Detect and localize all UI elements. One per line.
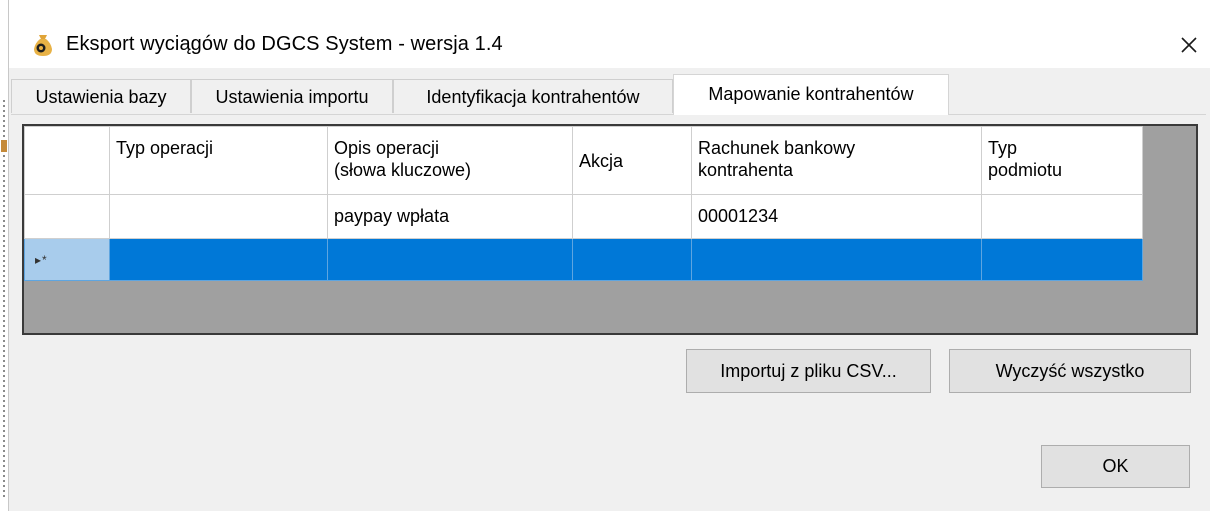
column-header-typ-operacji[interactable]: Typ operacji [109,126,328,195]
grid-corner-cell[interactable] [24,126,110,195]
edge-accent [1,140,7,152]
tab-ustawienia-importu[interactable]: Ustawienia importu [191,79,393,113]
clear-all-button[interactable]: Wyczyść wszystko [949,349,1191,393]
dotted-border [3,100,5,500]
close-button[interactable] [1167,26,1210,64]
cell-opis-operacji[interactable]: paypay wpłata [327,194,573,239]
column-header-typ-podmiotu[interactable]: Typ podmiotu [981,126,1143,195]
new-cell-opis-operacji[interactable] [327,238,573,281]
new-row-selected[interactable]: ▸* [24,238,1143,281]
new-cell-rachunek-bankowy[interactable] [691,238,982,281]
close-icon [1181,37,1197,53]
new-row-marker[interactable]: ▸* [24,238,110,281]
background-window-edge [0,0,9,511]
new-cell-typ-podmiotu[interactable] [981,238,1143,281]
money-bag-icon [30,32,56,58]
column-header-opis-operacji[interactable]: Opis operacji (słowa kluczowe) [327,126,573,195]
ok-button[interactable]: OK [1041,445,1190,488]
tab-mapowanie-kontrahentow[interactable]: Mapowanie kontrahentów [673,74,949,115]
import-csv-button[interactable]: Importuj z pliku CSV... [686,349,931,393]
cell-typ-operacji[interactable] [109,194,328,239]
title-bar: Eksport wyciągów do DGCS System - wersja… [9,0,1210,68]
table-row[interactable]: paypay wpłata 00001234 [24,194,1143,239]
grid-header-row: Typ operacji Opis operacji (słowa kluczow… [24,126,1143,195]
mapping-data-grid[interactable]: Typ operacji Opis operacji (słowa kluczow… [22,124,1198,335]
tab-ustawienia-bazy[interactable]: Ustawienia bazy [11,79,191,113]
column-header-akcja[interactable]: Akcja [572,126,692,195]
new-cell-typ-operacji[interactable] [109,238,328,281]
export-dialog-window: Eksport wyciągów do DGCS System - wersja… [0,0,1210,511]
new-cell-akcja[interactable] [572,238,692,281]
column-header-rachunek-bankowy[interactable]: Rachunek bankowy kontrahenta [691,126,982,195]
window-title: Eksport wyciągów do DGCS System - wersja… [66,33,503,55]
cell-akcja[interactable] [572,194,692,239]
cell-rachunek-bankowy[interactable]: 00001234 [691,194,982,239]
tab-identyfikacja-kontrahentow[interactable]: Identyfikacja kontrahentów [393,79,673,113]
row-header-cell[interactable] [24,194,110,239]
cell-typ-podmiotu[interactable] [981,194,1143,239]
